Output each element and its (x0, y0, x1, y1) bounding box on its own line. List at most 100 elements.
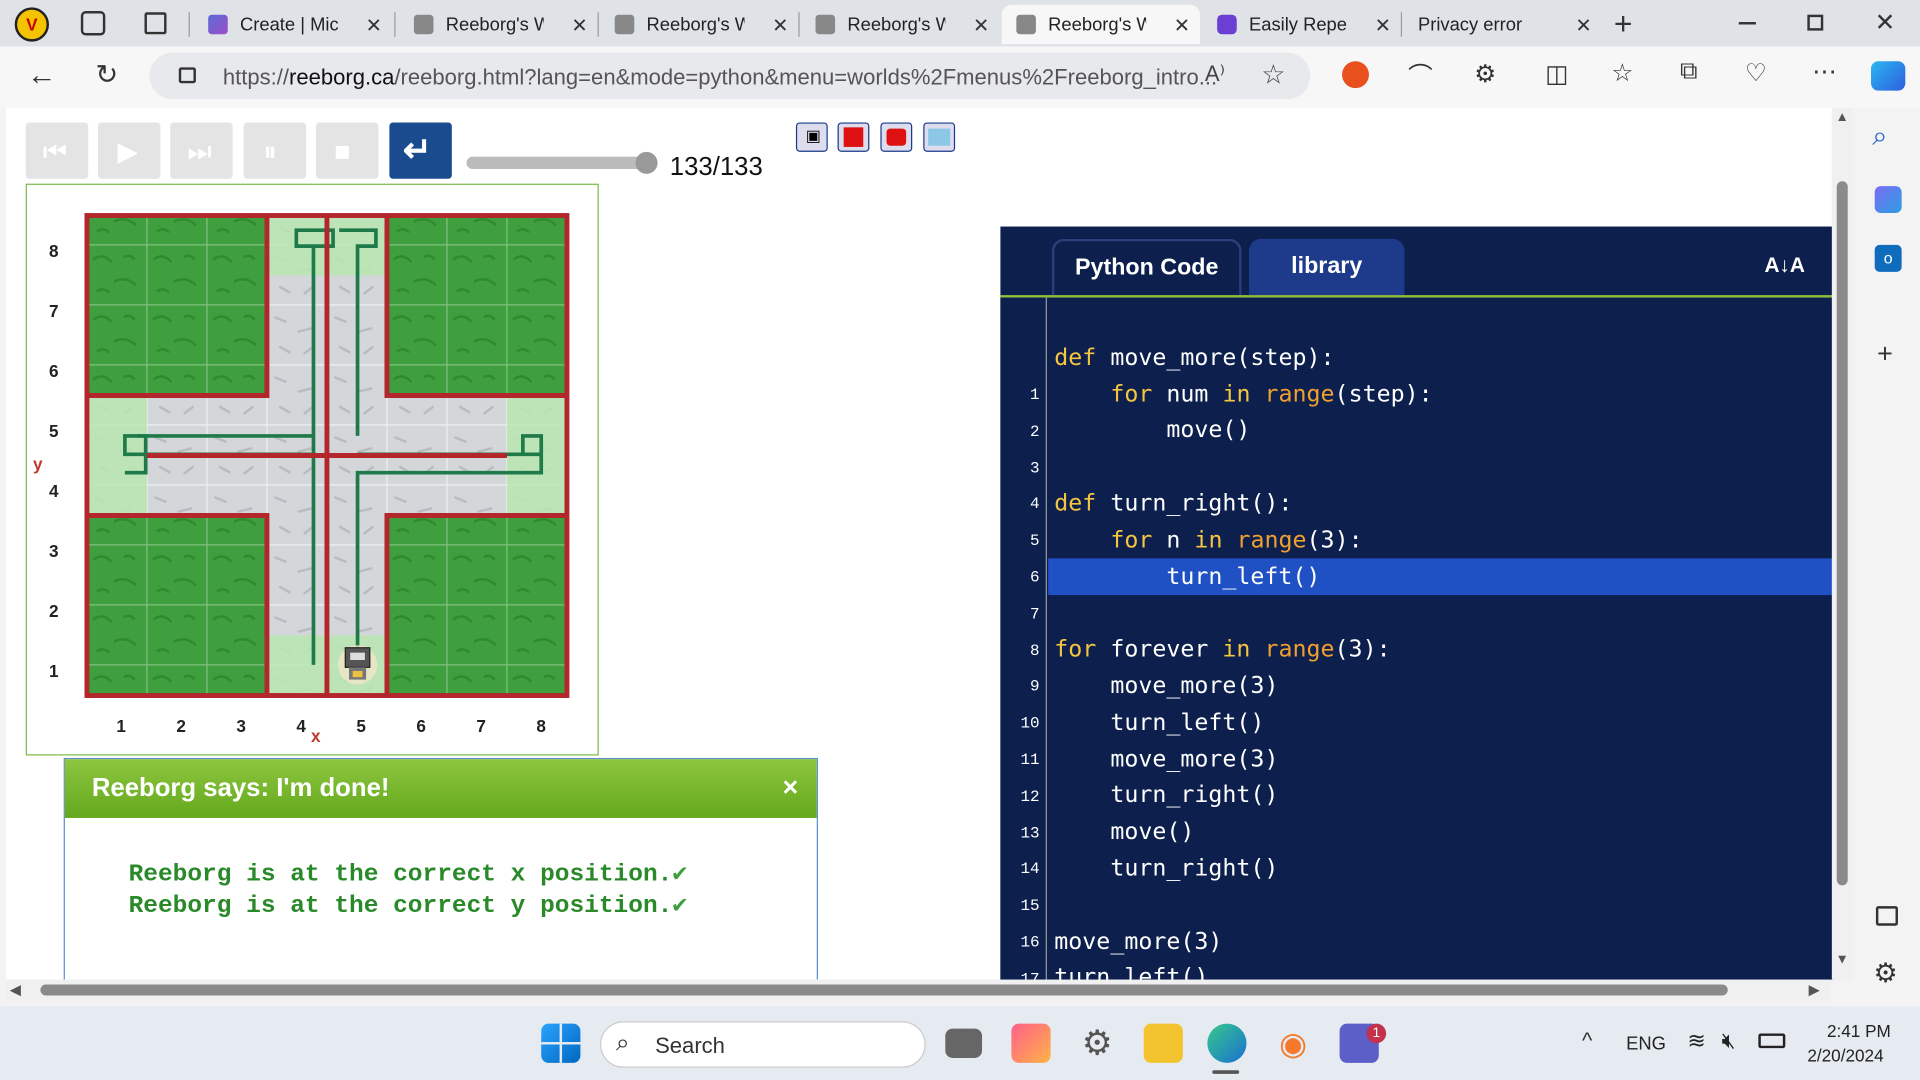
tab-close-icon[interactable]: ✕ (366, 13, 382, 37)
tab-close-icon[interactable]: ✕ (1174, 13, 1190, 37)
favorite-star-icon[interactable]: ☆ (1261, 59, 1285, 91)
speed-slider-fill (466, 156, 651, 169)
vertical-scrollbar[interactable]: ▲ ▼ (1831, 107, 1853, 980)
diary-button[interactable] (923, 122, 956, 152)
edit-world-button[interactable] (880, 122, 913, 152)
reverse-step-button[interactable]: ⏮ (25, 122, 89, 179)
scroll-left-icon[interactable]: ◀ (10, 981, 21, 998)
reeborg-favicon-icon (815, 14, 836, 35)
extension-red-icon[interactable] (1342, 61, 1369, 89)
code-line: for num in range(step): (1110, 380, 1433, 408)
tab-close-icon[interactable]: ✕ (571, 13, 587, 37)
extensions-icon[interactable]: ⚙ (1474, 59, 1496, 90)
reeborg-page: ⏮ ▶ ⏭ ⏸ ■ ↵ 133/133 ▣ 8 7 6 5 4 3 2 1 y … (6, 107, 1835, 980)
app-camera-icon[interactable] (1011, 1023, 1051, 1063)
dialog-close-icon[interactable]: × (782, 771, 798, 803)
read-aloud-icon[interactable]: A⁾ (1205, 61, 1225, 87)
start-icon[interactable] (541, 1023, 581, 1063)
search-icon: ⌕ (615, 1029, 630, 1057)
url-field[interactable]: https://reeborg.ca/reeborg.html?lang=en&… (149, 52, 1311, 100)
new-tab-icon[interactable]: + (1614, 5, 1633, 43)
tab-close-icon[interactable]: ✕ (772, 13, 788, 37)
extension-arc-icon[interactable]: ⌒ (1408, 56, 1432, 92)
vertical-scroll-thumb[interactable] (1836, 181, 1848, 886)
tab-actions-icon[interactable] (144, 12, 167, 35)
browser-profile-icon[interactable]: V (14, 7, 49, 42)
x-tick: 1 (116, 716, 126, 736)
run-button[interactable]: ▶ (97, 122, 161, 179)
code-line: move() (1110, 818, 1195, 846)
show-hidden-icons-icon[interactable]: ^ (1582, 1029, 1592, 1055)
browser-essentials-icon[interactable]: ♡ (1745, 58, 1767, 89)
more-menu-icon[interactable]: ⋯ (1812, 56, 1836, 87)
x-tick: 7 (476, 716, 486, 736)
x-axis-label: x (311, 726, 321, 746)
settings-icon[interactable]: ⚙ (1873, 958, 1897, 990)
dialog-title: Reeborg says: I'm done! (91, 773, 390, 803)
x-tick: 5 (356, 716, 366, 736)
tab-create-microsoft[interactable]: Create | Micr ✕ (193, 5, 391, 44)
copilot-icon[interactable] (1871, 61, 1906, 91)
code-area[interactable]: def move_more(step): for num in range(st… (1000, 227, 1834, 980)
tab-reeborg-1[interactable]: Reeborg's W ✕ (399, 5, 597, 44)
minimize-icon[interactable] (1738, 22, 1756, 25)
copilot-favicon-icon (208, 14, 228, 35)
task-view-icon[interactable] (945, 1028, 983, 1058)
sidebar-toggle-icon[interactable] (1875, 906, 1898, 926)
reload-button[interactable]: ↵ (389, 122, 452, 179)
battery-icon[interactable] (1758, 1033, 1786, 1049)
volume-muted-icon[interactable]: 🔇︎ (1722, 1029, 1736, 1055)
wifi-icon[interactable]: ≋ (1687, 1029, 1705, 1055)
tab-reeborg-2[interactable]: Reeborg's W ✕ (600, 5, 798, 44)
x-tick: 4 (296, 716, 306, 736)
tab-reeborg-active[interactable]: Reeborg's W ✕ (1001, 4, 1200, 45)
tab-close-icon[interactable]: ✕ (973, 13, 989, 37)
file-explorer-icon[interactable] (1143, 1023, 1183, 1063)
split-screen-icon[interactable]: ◫ (1545, 59, 1568, 90)
world-info-button[interactable] (837, 122, 870, 152)
address-bar-row: ← ↻ https://reeborg.ca/reeborg.html?lang… (0, 46, 1920, 108)
tab-easily-repeat[interactable]: Easily Repeat ✕ (1202, 5, 1400, 44)
step-button[interactable]: ⏭ (170, 122, 233, 179)
tab-privacy-error[interactable]: Privacy error ✕ (1403, 5, 1601, 44)
tab-close-icon[interactable]: ✕ (1575, 13, 1591, 37)
settings-gear-icon[interactable]: ⚙ (1078, 1024, 1117, 1063)
scroll-down-icon[interactable]: ▼ (1836, 953, 1849, 968)
outlook-icon[interactable]: o (1874, 244, 1902, 272)
add-sidebar-app-icon[interactable]: + (1877, 338, 1893, 370)
y-tick: 3 (48, 541, 59, 561)
stop-button[interactable]: ■ (315, 122, 379, 179)
step-forward-icon: ⏭ (187, 135, 212, 167)
code-line: move_more(3) (1110, 672, 1279, 700)
pause-icon: ⏸ (263, 135, 277, 167)
clock-date[interactable]: 2/20/2024 (1807, 1046, 1883, 1066)
step-back-icon: ⏮ (42, 135, 68, 167)
language-indicator[interactable]: ENG (1626, 1033, 1666, 1054)
copilot-sidebar-icon[interactable] (1874, 186, 1902, 214)
close-window-icon[interactable]: ✕ (1875, 7, 1896, 38)
favorites-icon[interactable]: ☆ (1611, 58, 1633, 89)
search-icon[interactable]: ⌕ (1872, 120, 1887, 152)
back-icon[interactable]: ← (27, 59, 56, 93)
restore-icon[interactable] (1807, 14, 1824, 31)
tab-reeborg-3[interactable]: Reeborg's W ✕ (801, 5, 999, 44)
pause-button[interactable]: ⏸ (243, 122, 307, 179)
scroll-up-icon[interactable]: ▲ (1836, 110, 1849, 125)
taskbar-search[interactable]: ⌕ Search (600, 1021, 926, 1068)
dialog-header[interactable]: Reeborg says: I'm done! × (64, 759, 817, 818)
edge-browser-icon[interactable] (1207, 1023, 1247, 1063)
horizontal-scroll-thumb[interactable] (40, 984, 1728, 996)
easily-repeat-favicon-icon (1217, 14, 1237, 35)
blender-icon[interactable]: ◉ (1273, 1024, 1312, 1063)
workspaces-icon[interactable] (80, 11, 106, 36)
code-editor-panel: Python Code library A↓A 1 2 3 4 5 6 7 8 9 10 11 12 1… (1000, 226, 1835, 980)
collections-icon[interactable]: ⧉ (1680, 58, 1697, 86)
tab-close-icon[interactable]: ✕ (1375, 13, 1391, 37)
horizontal-scrollbar[interactable]: ◀ ▶ (6, 979, 1831, 1001)
scroll-right-icon[interactable]: ▶ (1809, 981, 1820, 998)
check-icon: ✔ (672, 892, 688, 921)
clock-time[interactable]: 2:41 PM (1827, 1021, 1891, 1041)
robot-button[interactable]: ▣ (795, 122, 828, 152)
speed-slider-thumb[interactable] (635, 151, 658, 174)
refresh-icon[interactable]: ↻ (96, 59, 119, 91)
